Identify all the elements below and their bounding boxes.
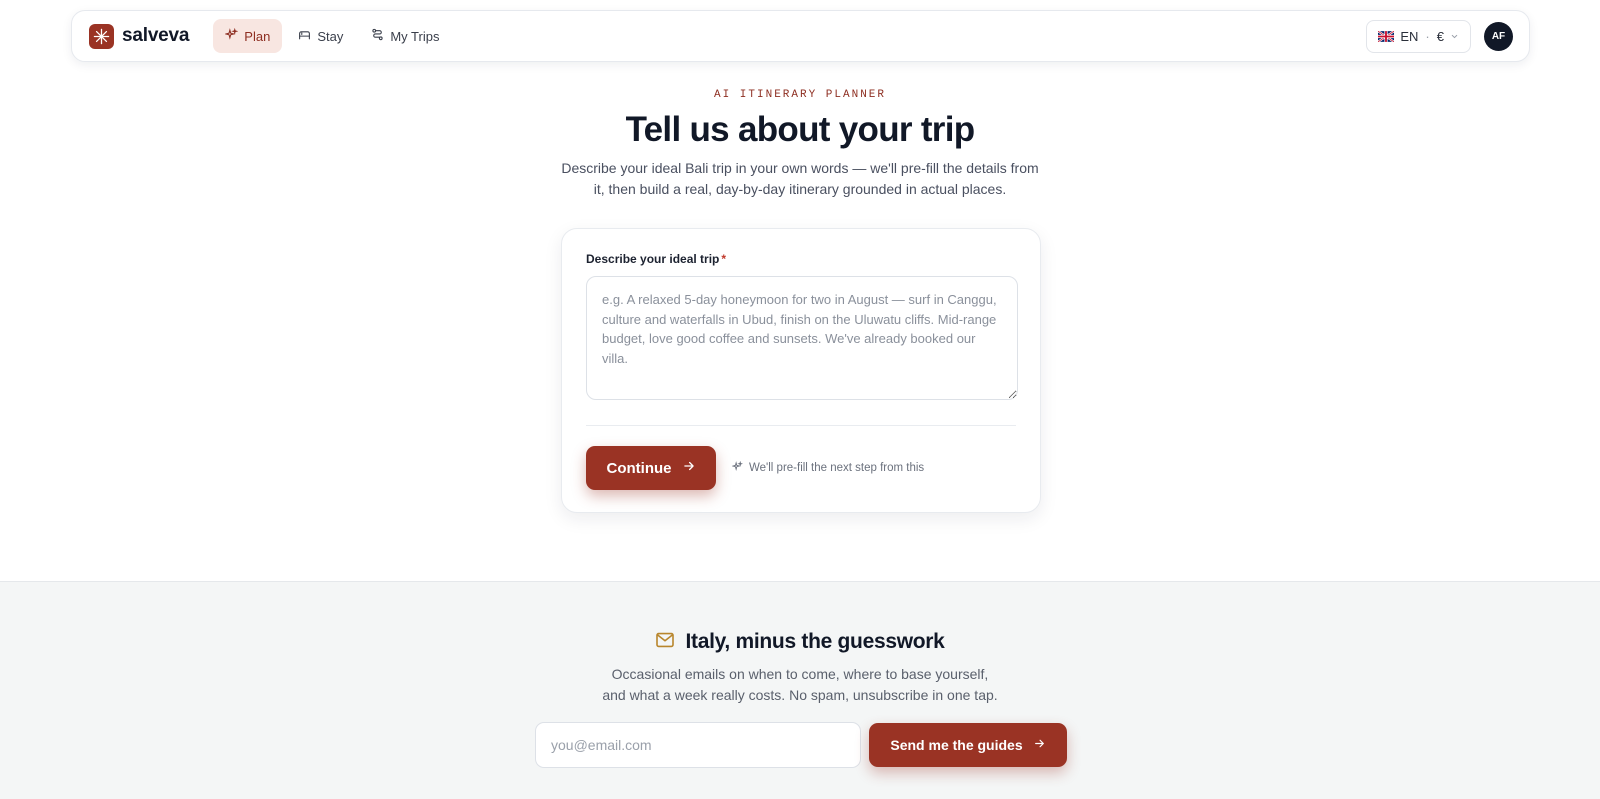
newsletter-section: Italy, minus the guesswork Occasional em… [0,581,1600,799]
user-avatar[interactable]: AF [1484,21,1513,51]
page-subtitle: Describe your ideal Bali trip in your ow… [561,160,1039,197]
mail-icon [655,632,675,653]
arrow-right-icon [1033,737,1046,753]
prefill-hint: We'll pre-fill the next step from this [731,460,925,475]
required-asterisk: * [721,252,727,266]
trip-description-card: Describe your ideal trip* Continue We'll… [561,228,1041,513]
nav-link-label: Stay [317,28,344,44]
route-icon [371,28,384,44]
continue-button[interactable]: Continue [586,446,716,490]
nav-link-stay[interactable]: Stay [286,19,355,53]
hint-text: We'll pre-fill the next step from this [749,462,925,474]
sparkles-icon [731,460,744,475]
uk-flag-icon [1378,30,1395,42]
nav-right: EN · € AF [1366,19,1513,53]
nav-link-label: Plan [244,28,271,44]
card-divider [586,425,1016,426]
nav-link-my-trips[interactable]: My Trips [359,19,451,53]
currency-symbol: € [1436,28,1444,44]
brand-name: salveva [122,25,190,46]
newsletter-title: Italy, minus the guesswork [685,630,945,653]
nav-link-label: My Trips [390,28,440,44]
newsletter-subtitle: Occasional emails on when to come, where… [602,666,998,703]
send-guides-label: Send me the guides [890,737,1023,753]
brand[interactable]: salveva [89,23,190,49]
trip-description-label: Describe your ideal trip * [586,252,1016,266]
bed-icon [298,28,311,44]
newsletter-form: Send me the guides [535,722,1067,768]
label-text: Describe your ideal trip [586,252,720,266]
continue-label: Continue [606,459,672,477]
arrow-right-icon [682,459,696,477]
newsletter-title-row: Italy, minus the guesswork [0,630,1600,654]
main-nav: Plan Stay My Trips [213,19,451,53]
send-guides-button[interactable]: Send me the guides [869,723,1067,767]
email-input[interactable] [535,722,861,768]
nav-link-plan[interactable]: Plan [213,19,283,53]
eyebrow-label: AI ITINERARY PLANNER [713,89,887,101]
sparkle-logo-icon [89,23,114,49]
locale-selector[interactable]: EN · € [1366,19,1471,53]
separator-dot: · [1425,28,1430,44]
language-code: EN [1400,28,1419,44]
trip-description-input[interactable] [586,276,1018,400]
sparkles-icon [224,27,239,44]
card-actions: Continue We'll pre-fill the next step fr… [586,446,1016,490]
top-navbar: salveva Plan Stay My Trips EN · € AF [71,10,1530,62]
page-title: Tell us about your trip [625,110,976,149]
chevron-down-icon [1450,29,1459,44]
